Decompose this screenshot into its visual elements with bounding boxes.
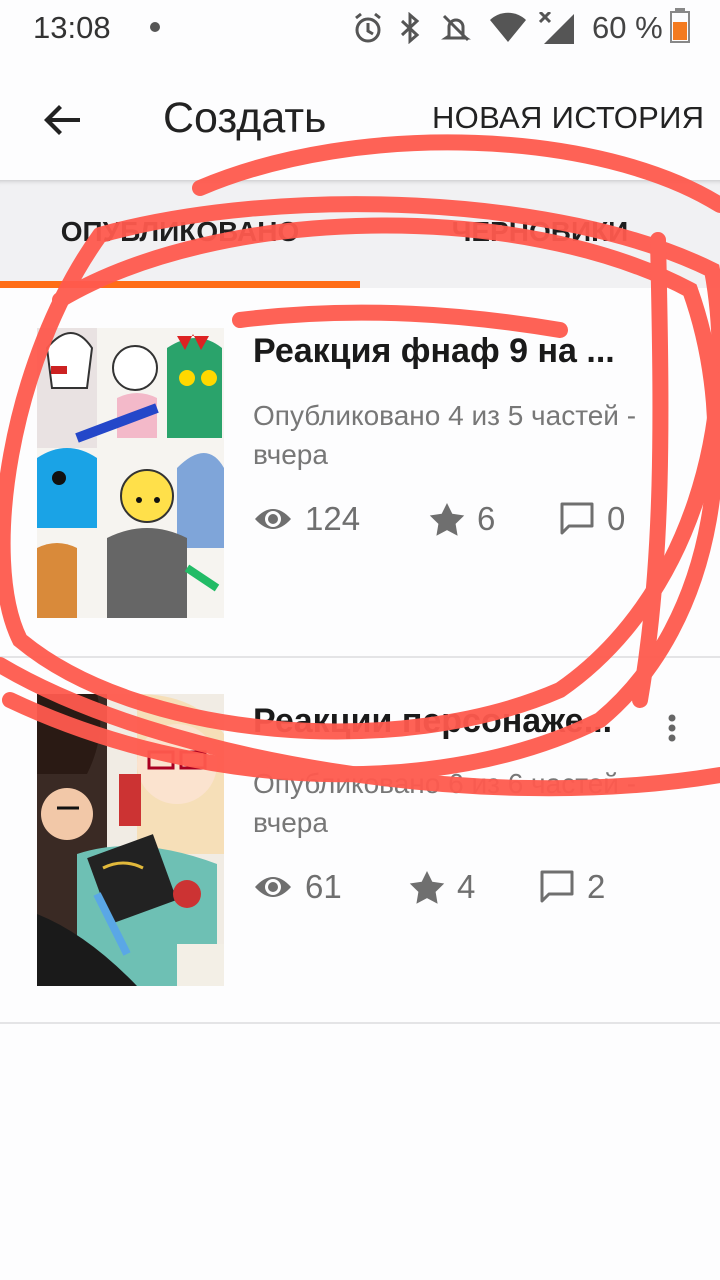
tab-published[interactable]: ОПУБЛИКОВАНО bbox=[0, 216, 360, 248]
eye-icon bbox=[255, 877, 291, 897]
more-options-icon[interactable] bbox=[668, 714, 676, 742]
comments-count: 2 bbox=[587, 868, 606, 905]
comments-count: 0 bbox=[607, 500, 626, 537]
battery-percent: 60 % bbox=[592, 10, 663, 45]
story-cover-image bbox=[37, 328, 224, 618]
story-stats: 124 6 0 bbox=[253, 496, 713, 542]
status-bar: 13:08 60 % bbox=[0, 0, 720, 56]
new-story-button[interactable]: НОВАЯ ИСТОРИЯ bbox=[432, 100, 704, 136]
mute-bell-icon bbox=[441, 14, 471, 42]
views-stat: 61 bbox=[253, 864, 342, 910]
status-time: 13:08 bbox=[33, 10, 111, 45]
bluetooth-icon bbox=[400, 12, 420, 44]
votes-count: 4 bbox=[457, 868, 476, 905]
comment-icon bbox=[540, 870, 574, 903]
story-card[interactable]: Реакция фнаф 9 на ... Опубликовано 4 из … bbox=[0, 290, 720, 658]
eye-icon bbox=[255, 509, 291, 529]
alarm-icon bbox=[355, 12, 381, 43]
views-stat: 124 bbox=[253, 496, 360, 542]
story-title[interactable]: Реакции персонаже... bbox=[253, 702, 673, 741]
page-title: Создать bbox=[163, 94, 327, 142]
story-publish-status: Опубликовано 6 из 6 частей - вчера bbox=[253, 768, 637, 838]
views-count: 124 bbox=[305, 500, 361, 537]
story-cover-image bbox=[37, 694, 224, 986]
votes-count: 6 bbox=[477, 500, 496, 537]
story-title[interactable]: Реакция фнаф 9 на ... bbox=[253, 332, 673, 371]
story-stats: 61 4 2 bbox=[253, 864, 713, 910]
views-count: 61 bbox=[305, 868, 342, 905]
star-icon bbox=[409, 871, 445, 904]
back-arrow-icon[interactable] bbox=[40, 96, 88, 144]
story-card[interactable]: Реакции персонаже... Опубликовано 6 из 6… bbox=[0, 658, 720, 1024]
comment-icon bbox=[560, 502, 594, 535]
notification-dot bbox=[150, 22, 160, 32]
active-tab-indicator bbox=[0, 281, 360, 288]
app-bar: Создать НОВАЯ ИСТОРИЯ bbox=[0, 56, 720, 180]
tab-drafts[interactable]: ЧЕРНОВИКИ bbox=[360, 216, 720, 248]
signal-icon bbox=[538, 12, 574, 44]
story-publish-status: Опубликовано 4 из 5 частей - вчера bbox=[253, 400, 637, 470]
battery-icon bbox=[670, 8, 690, 43]
wifi-icon bbox=[490, 12, 526, 43]
comments-stat: 0 bbox=[559, 496, 625, 542]
comments-stat: 2 bbox=[539, 864, 605, 910]
votes-stat: 6 bbox=[429, 496, 495, 542]
tab-bar: ОПУБЛИКОВАНО ЧЕРНОВИКИ bbox=[0, 180, 720, 288]
star-icon bbox=[429, 503, 465, 536]
votes-stat: 4 bbox=[409, 864, 475, 910]
